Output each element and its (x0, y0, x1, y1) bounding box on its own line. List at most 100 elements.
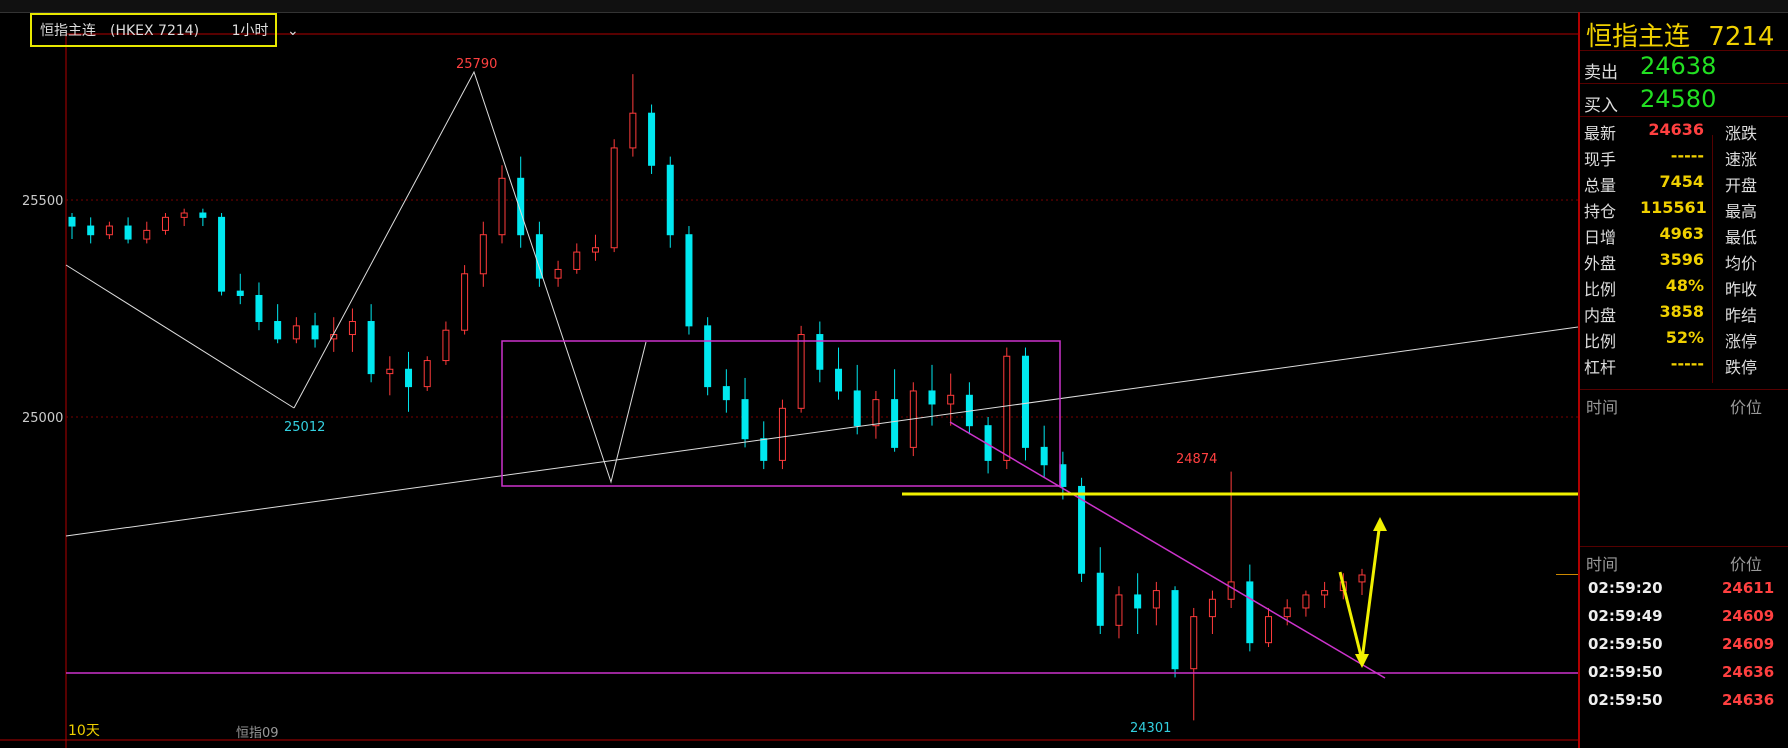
ask-price: 24638 (1640, 52, 1717, 80)
stat-right-label: 均价 (1725, 254, 1758, 273)
candle-body (1096, 572, 1104, 626)
candle-body (554, 268, 562, 279)
instrument-title-box[interactable]: 恒指主连 (HKEX 7214) 1小时 ⌄ (30, 13, 299, 47)
candle-body (872, 399, 880, 427)
candle-body (1152, 590, 1160, 609)
candle-body (405, 368, 413, 388)
stat-label: 现手 (1584, 150, 1617, 169)
stat-label: 最新 (1584, 124, 1617, 143)
stat-row: 内盘 3858 昨结 (1580, 299, 1788, 325)
stat-row: 比例 48% 昨收 (1580, 273, 1788, 299)
stat-row: 最新 24636 涨跌 (1580, 117, 1788, 143)
price-marker (1556, 574, 1578, 575)
candle-body (1358, 574, 1366, 583)
candle-body (1003, 355, 1011, 461)
stat-value: 4963 (1659, 224, 1704, 243)
stat-row: 总量 7454 开盘 (1580, 169, 1788, 195)
descending-trendline (949, 421, 1386, 679)
stat-row: 日增 4963 最低 (1580, 221, 1788, 247)
stat-label: 比例 (1584, 280, 1617, 299)
tick-time: 02:59:49 (1588, 607, 1663, 625)
panel-title: 恒指主连 7214 (1580, 12, 1788, 52)
stat-value: 48% (1665, 276, 1704, 295)
stat-right-label: 速涨 (1725, 150, 1758, 169)
price-header: 价位 (1730, 398, 1763, 417)
tick-row: 02:59:50 24609 (1580, 629, 1788, 657)
price-header-2: 价位 (1730, 555, 1763, 574)
candle-body (87, 225, 95, 236)
candle-body (816, 334, 824, 370)
candle-body (1134, 594, 1142, 609)
stat-right-label: 昨结 (1725, 306, 1758, 325)
candle-body (1302, 594, 1310, 609)
candle-body (442, 329, 450, 362)
low-right-label: 24301 (1130, 721, 1171, 736)
ask-label: 卖出 (1584, 63, 1618, 83)
candlestick-chart[interactable]: 25500 25000 25790 25012 24874 24301 (0, 12, 1578, 748)
candle-body (461, 273, 469, 331)
stat-label: 日增 (1584, 228, 1617, 247)
tick-row: 02:59:50 24636 (1580, 685, 1788, 713)
stat-right-label: 开盘 (1725, 176, 1758, 195)
instrument-code: (HKEX 7214) (110, 23, 200, 39)
ticks-empty-area (1580, 416, 1788, 546)
candle-body (105, 225, 113, 236)
period-selector[interactable]: 1小时 ⌄ (232, 23, 313, 39)
trendline-left (65, 264, 295, 409)
stat-label: 持仓 (1584, 202, 1617, 221)
tick-list: 02:59:20 24611 02:59:49 24609 02:59:50 24609 0… (1580, 573, 1788, 713)
panel-title-name: 恒指主连 (1586, 22, 1691, 52)
candle-body (1227, 581, 1235, 600)
candle-body (1208, 598, 1216, 618)
projection-arrow (1338, 521, 1382, 661)
candle-body (1246, 581, 1254, 644)
tick-time: 02:59:20 (1588, 579, 1663, 597)
stat-right-label: 涨跌 (1725, 124, 1758, 143)
candle-body (348, 321, 356, 336)
candle-body (124, 225, 132, 240)
candle-body (1040, 446, 1048, 466)
candle-body (1265, 616, 1273, 644)
candle-body (161, 216, 169, 231)
candle-body (591, 247, 599, 253)
instrument-name-text: 恒指主连 (40, 23, 96, 39)
stat-right-label: 涨停 (1725, 332, 1758, 351)
candle-body (180, 212, 188, 218)
tick-price: 24636 (1722, 691, 1775, 709)
candle-body (386, 368, 394, 375)
candle-body (891, 399, 899, 448)
candle-body (648, 112, 656, 166)
tick-row: 02:59:20 24611 (1580, 573, 1788, 601)
candle-body (1115, 594, 1123, 626)
chevron-down-icon: ⌄ (286, 23, 299, 39)
instrument-name: 恒指主连 (HKEX 7214) (40, 23, 213, 39)
candle-body (797, 334, 805, 409)
candle-body (704, 325, 712, 388)
stat-value: 115561 (1640, 198, 1707, 217)
stat-label: 总量 (1584, 176, 1617, 195)
candle-body (255, 294, 263, 323)
stat-row: 外盘 3596 均价 (1580, 247, 1788, 273)
period-label: 1小时 (231, 23, 269, 39)
candle-body (274, 321, 282, 340)
ask-row: 卖出 24638 (1580, 50, 1788, 83)
candle-body (1321, 590, 1329, 596)
projection-arrow-head-up (1373, 517, 1387, 531)
candle-body (498, 177, 506, 236)
range-label: 10天 (68, 723, 100, 739)
stats-separator (1712, 135, 1713, 383)
stat-label: 比例 (1584, 332, 1617, 351)
candle-body (685, 234, 693, 327)
candle-body (1283, 607, 1291, 618)
candle-body (199, 212, 207, 218)
candle-body (928, 390, 936, 405)
stat-row: 比例 52% 涨停 (1580, 325, 1788, 351)
candle-body (68, 216, 76, 227)
candle-body (1021, 355, 1029, 448)
ytick-label-25500: 25500 (22, 194, 63, 209)
candle-body (666, 164, 674, 236)
time-header-2: 时间 (1586, 555, 1619, 574)
ytick-label-25000: 25000 (22, 411, 63, 426)
stat-label: 杠杆 (1584, 358, 1617, 377)
quote-panel: 恒指主连 7214 卖出 24638 买入 24580 最新 24636 涨跌 现手 -… (1578, 12, 1788, 748)
